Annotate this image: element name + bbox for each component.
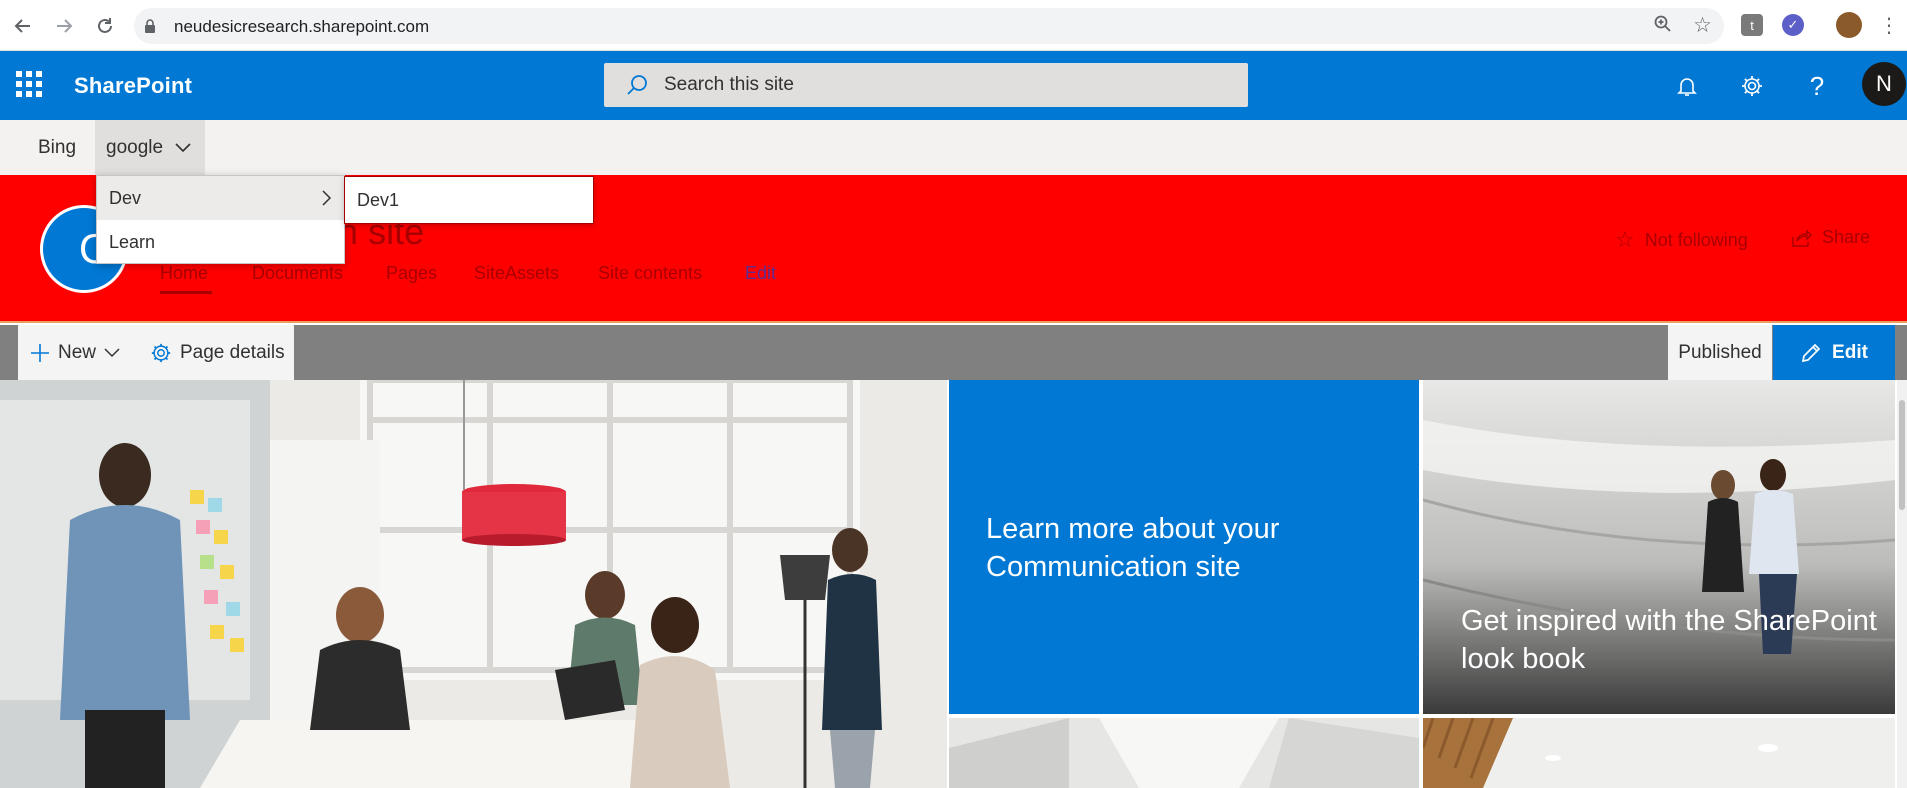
search-icon [627,75,647,95]
hub-dropdown-menu: Dev Learn [96,175,345,264]
site-nav-edit[interactable]: Edit [745,263,776,284]
page-command-bar: New Page details Published Edit [0,325,1907,380]
reload-icon[interactable] [92,13,118,39]
chevron-down-icon [175,142,191,152]
notifications-bell-icon[interactable] [1674,73,1700,99]
ceiling-photo [1423,718,1895,788]
brand-title[interactable]: SharePoint [74,73,192,99]
forward-icon[interactable] [51,13,77,39]
lock-icon [145,19,155,33]
new-label: New [58,341,97,363]
gear-icon [151,343,171,362]
hero-web-part: Learn more about your Communication site… [0,380,1907,788]
page-details-button[interactable]: Page details [150,325,285,380]
hero-tile-lookbook[interactable]: Get inspired with the SharePoint look bo… [1423,380,1895,714]
plus-icon [31,343,49,362]
office-meeting-photo [0,380,947,788]
zoom-icon[interactable] [1654,15,1672,38]
submenu-item-dev1[interactable]: Dev1 [345,179,593,221]
hero-tile-bottom-2[interactable] [1423,718,1895,788]
site-nav-pages[interactable]: Pages [386,263,437,284]
hub-navigation: Bing google [0,120,1907,175]
extension-t-icon[interactable]: t [1741,14,1763,36]
menu-item-label: Learn [109,231,156,252]
edit-label: Edit [1832,341,1868,363]
back-icon[interactable] [10,13,36,39]
browser-menu-icon[interactable]: ⋮ [1876,13,1902,39]
architecture-photo [949,718,1419,788]
extension-check-icon[interactable]: ✓ [1782,14,1804,36]
hero-tile-bottom-1[interactable] [949,718,1419,788]
page-details-label: Page details [180,341,285,363]
bookmark-star-icon[interactable]: ☆ [1693,13,1712,38]
profile-avatar-icon[interactable] [1836,12,1862,38]
menu-item-learn[interactable]: Learn [97,220,344,264]
hero-tile-lookbook-title: Get inspired with the SharePoint look bo… [1461,605,1877,675]
share-label: Share [1822,227,1871,247]
hero-tile-main[interactable] [0,380,947,788]
search-input[interactable] [664,73,1224,97]
hub-item-google[interactable]: google [95,120,205,175]
settings-gear-icon[interactable] [1739,73,1765,99]
chevron-down-icon [104,347,120,357]
app-launcher-icon[interactable] [16,71,42,97]
site-nav-home[interactable]: Home [160,263,208,284]
address-bar[interactable]: neudesicresearch.sharepoint.com ☆ [134,8,1724,44]
page-scrollbar-thumb[interactable] [1899,400,1905,510]
hero-tile-learn-more[interactable]: Learn more about your Communication site [949,380,1419,714]
url-text: neudesicresearch.sharepoint.com [174,17,430,36]
menu-item-dev[interactable]: Dev [97,176,344,220]
share-icon [1792,228,1812,247]
site-nav-site-contents[interactable]: Site contents [598,263,702,284]
site-nav-documents[interactable]: Documents [252,263,343,284]
hub-item-bing[interactable]: Bing [38,120,76,175]
site-search-box[interactable] [604,63,1248,107]
suite-bar: SharePoint ? N [0,51,1907,120]
hub-item-label: google [106,136,164,158]
star-outline-icon: ☆ [1615,227,1635,252]
help-icon[interactable]: ? [1804,71,1830,101]
active-nav-indicator [160,291,212,294]
follow-label: Not following [1644,229,1748,250]
hero-tile-learn-more-title: Learn more about your Communication site [986,513,1280,583]
follow-button[interactable]: ☆ Not following [1615,227,1748,253]
hub-item-label: Bing [38,136,77,158]
publish-status: Published [1668,325,1772,380]
submenu-item-label: Dev1 [357,189,400,210]
dev-submenu: Dev1 [344,176,594,224]
user-avatar[interactable]: N [1862,62,1906,106]
edit-page-button[interactable]: Edit [1773,325,1895,380]
new-button[interactable]: New [30,325,120,380]
share-button[interactable]: Share [1792,227,1870,248]
site-nav-siteassets[interactable]: SiteAssets [474,263,559,284]
browser-toolbar: neudesicresearch.sharepoint.com ☆ t ✓ ⋮ [0,0,1907,51]
chevron-right-icon [322,190,332,206]
menu-item-label: Dev [109,187,142,208]
pencil-icon [1801,343,1821,362]
